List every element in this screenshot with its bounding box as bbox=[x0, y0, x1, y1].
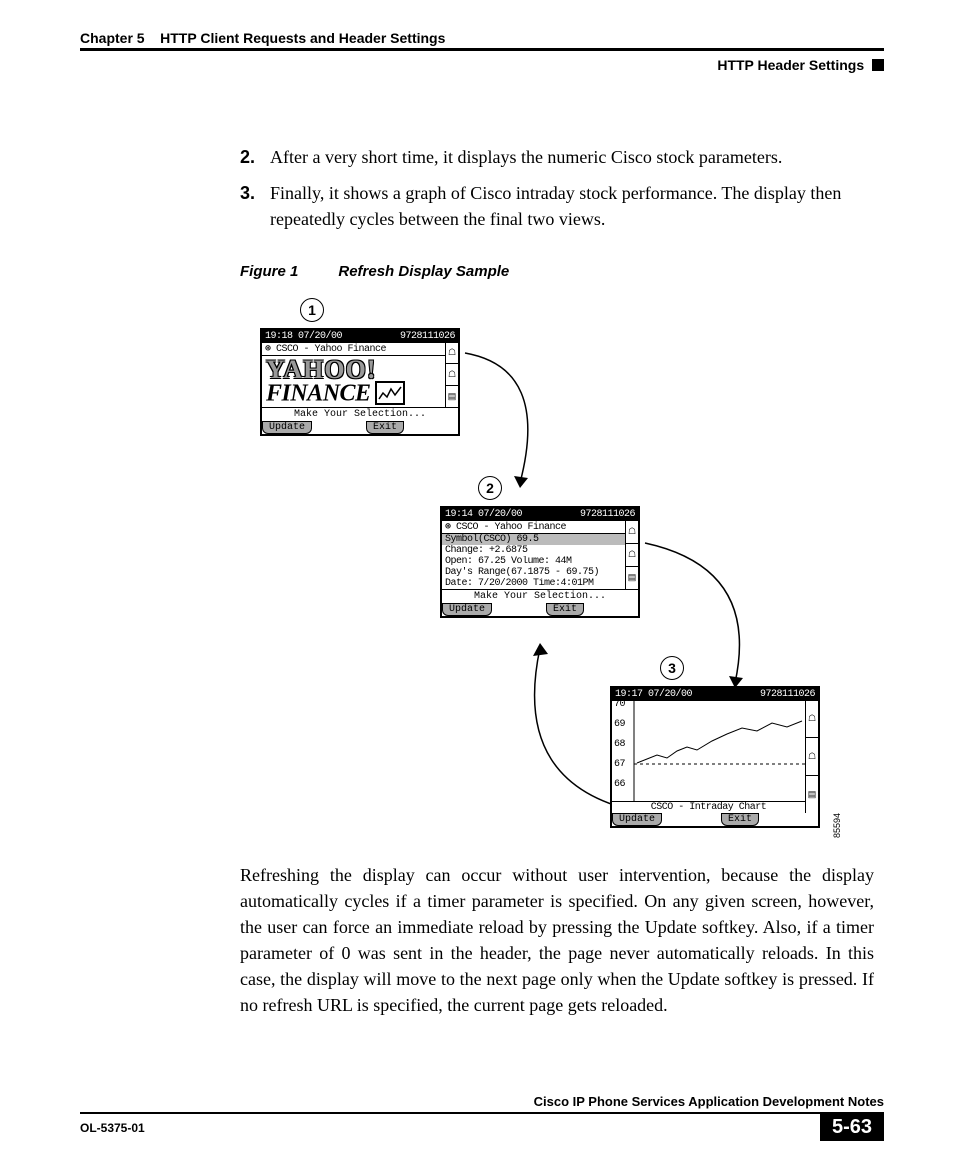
callout-2: 2 bbox=[478, 476, 502, 500]
phone-screen-3: 19:17 07/20/00 9728111026 70 69 68 67 66 bbox=[610, 686, 820, 828]
callout-3: 3 bbox=[660, 656, 684, 680]
figure: 1 19:18 07/20/00 9728111026 ⊛ CSCO - Yah… bbox=[260, 298, 884, 848]
screen1-time: 19:18 07/20/00 bbox=[265, 331, 342, 342]
figure-caption: Figure 1Refresh Display Sample bbox=[240, 263, 884, 280]
list-text: Finally, it shows a graph of Cisco intra… bbox=[270, 180, 874, 232]
globe-icon: ⊛ bbox=[445, 522, 456, 533]
list-item: 3. Finally, it shows a graph of Cisco in… bbox=[240, 180, 874, 232]
section-heading: HTTP Header Settings bbox=[80, 57, 884, 74]
screen3-ext: 9728111026 bbox=[760, 689, 815, 700]
scroll-icon: ▤ bbox=[806, 776, 818, 813]
phone-icon: ☖ bbox=[806, 701, 818, 739]
document-number: OL-5375-01 bbox=[80, 1121, 145, 1135]
data-row: Change: +2.6875 bbox=[442, 545, 625, 556]
phone-icon: ☖ bbox=[806, 738, 818, 776]
screen2-time: 19:14 07/20/00 bbox=[445, 509, 522, 520]
figure-art-id: 85594 bbox=[832, 813, 842, 838]
data-row: Symbol(CSCO) 69.5 bbox=[442, 534, 625, 545]
page-number: 5-63 bbox=[820, 1114, 884, 1141]
screen2-ext: 9728111026 bbox=[580, 509, 635, 520]
body-paragraph: Refreshing the display can occur without… bbox=[240, 862, 874, 1019]
screen3-time: 19:17 07/20/00 bbox=[615, 689, 692, 700]
scroll-icon: ▤ bbox=[446, 386, 458, 407]
phone-screen-1: 19:18 07/20/00 9728111026 ⊛ CSCO - Yahoo… bbox=[260, 328, 460, 436]
phone-icon: ☖ bbox=[626, 521, 638, 544]
screen2-status: Make Your Selection... bbox=[442, 589, 638, 603]
screen1-subject: CSCO - Yahoo Finance bbox=[276, 344, 386, 355]
arrow-1-to-2 bbox=[460, 348, 570, 498]
list-number: 3. bbox=[240, 180, 270, 232]
scroll-icons: ☖☖▤ bbox=[445, 343, 458, 407]
book-title: Cisco IP Phone Services Application Deve… bbox=[80, 1094, 884, 1109]
data-row: Open: 67.25 Volume: 44M bbox=[442, 556, 625, 567]
update-softkey[interactable]: Update bbox=[262, 421, 312, 434]
chart-icon bbox=[375, 381, 405, 405]
phone-icon: ☖ bbox=[446, 364, 458, 386]
update-softkey[interactable]: Update bbox=[442, 603, 492, 616]
exit-softkey[interactable]: Exit bbox=[546, 603, 584, 616]
phone-icon: ☖ bbox=[626, 544, 638, 567]
globe-icon: ⊛ bbox=[265, 344, 276, 355]
data-row: Date: 7/20/2000 Time:4:01PM bbox=[442, 578, 625, 589]
callout-1: 1 bbox=[300, 298, 324, 322]
phone-screen-2: 19:14 07/20/00 9728111026 ⊛ CSCO - Yahoo… bbox=[440, 506, 640, 618]
list-text: After a very short time, it displays the… bbox=[270, 144, 874, 170]
phone-icon: ☖ bbox=[446, 343, 458, 365]
intraday-chart: 70 69 68 67 66 bbox=[612, 701, 805, 802]
list-number: 2. bbox=[240, 144, 270, 170]
exit-softkey[interactable]: Exit bbox=[366, 421, 404, 434]
header-rule bbox=[80, 48, 884, 51]
data-row: Day's Range(67.1875 - 69.75) bbox=[442, 567, 625, 578]
update-softkey[interactable]: Update bbox=[612, 813, 662, 826]
scroll-icon: ▤ bbox=[626, 567, 638, 589]
yahoo-finance-logo: YAHOO! FINANCE bbox=[262, 356, 445, 407]
scroll-icons: ☖☖▤ bbox=[625, 521, 638, 589]
chapter-label: Chapter 5 HTTP Client Requests and Heade… bbox=[80, 30, 445, 46]
screen1-ext: 9728111026 bbox=[400, 331, 455, 342]
screen3-caption: CSCO - Intraday Chart bbox=[612, 802, 805, 813]
screen2-subject: CSCO - Yahoo Finance bbox=[456, 522, 566, 533]
exit-softkey[interactable]: Exit bbox=[721, 813, 759, 826]
list-item: 2. After a very short time, it displays … bbox=[240, 144, 874, 170]
scroll-icons: ☖☖▤ bbox=[805, 701, 818, 813]
screen1-status: Make Your Selection... bbox=[262, 407, 458, 421]
page-footer: Cisco IP Phone Services Application Deve… bbox=[80, 1094, 884, 1141]
